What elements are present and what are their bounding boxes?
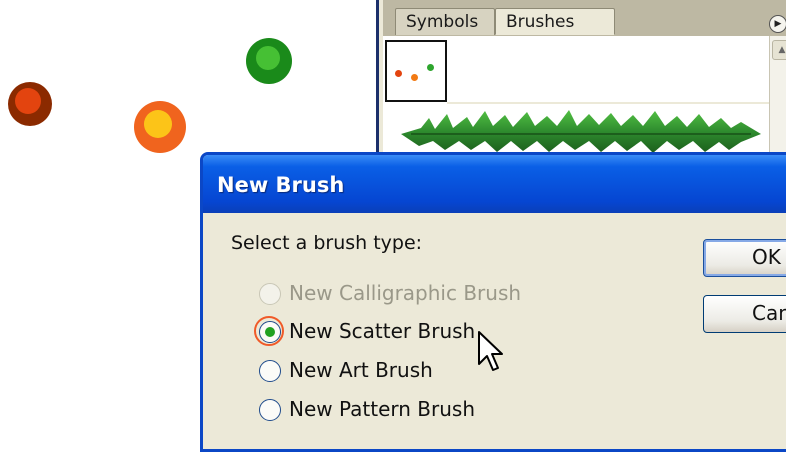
flyout-arrow-icon[interactable]: ▶ [769,15,786,33]
orange-dot [134,101,186,153]
green-dot [246,38,292,84]
ok-button[interactable]: OK [703,239,786,277]
red-dot [8,82,52,126]
dialog-title: New Brush [217,173,345,197]
cancel-button[interactable]: Cancel [703,295,786,333]
tab-brushes[interactable]: Brushes [495,8,615,35]
panel-tab-bar: Symbols Brushes [383,0,786,37]
tab-symbols[interactable]: Symbols [395,8,495,35]
radio-selected-dot [265,327,275,337]
option-label[interactable]: New Scatter Brush [289,319,475,343]
swatch-divider [447,102,769,104]
brush-library [383,36,769,160]
brush-type-prompt: Select a brush type: [231,232,423,254]
radio-button[interactable] [259,399,281,421]
radio-button [259,283,281,305]
option-label: New Calligraphic Brush [289,281,522,305]
mouse-pointer-icon [478,331,503,371]
panel-scrollbar[interactable]: ▲ [769,36,786,160]
radio-button-selected[interactable] [259,321,281,343]
option-label[interactable]: New Pattern Brush [289,397,475,421]
scroll-up-icon[interactable]: ▲ [772,40,786,60]
grass-art-brush[interactable] [401,108,761,156]
option-label[interactable]: New Art Brush [289,358,433,382]
dialog-titlebar[interactable]: New Brush [203,155,786,213]
scatter-brush-swatch[interactable] [385,40,447,102]
radio-button[interactable] [259,360,281,382]
brushes-panel: Symbols Brushes ▶ ▲ [376,0,786,160]
new-brush-dialog: New Brush Select a brush type: New Calli… [200,152,786,452]
